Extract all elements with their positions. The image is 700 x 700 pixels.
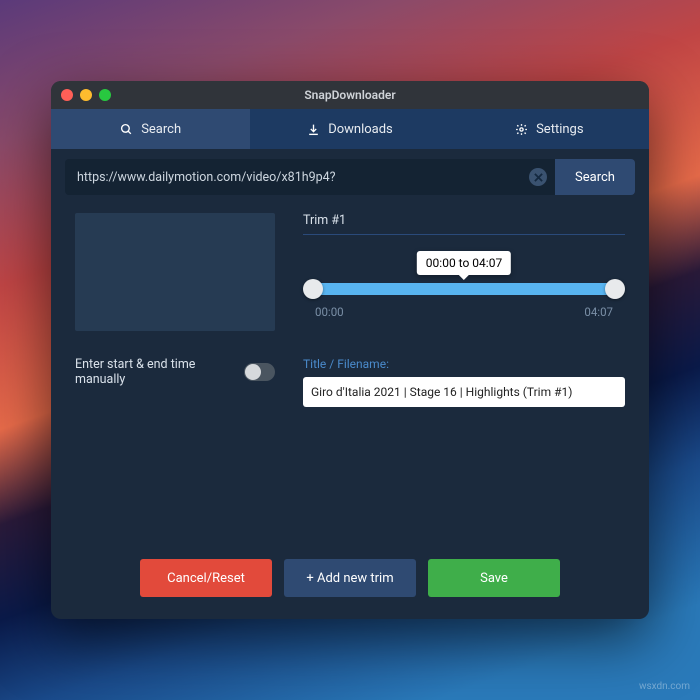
slider-handle-start[interactable] <box>303 279 323 299</box>
slider-track[interactable] <box>313 283 615 295</box>
titlebar: SnapDownloader <box>51 81 649 109</box>
filename-input[interactable] <box>303 377 625 407</box>
tab-search[interactable]: Search <box>51 109 250 149</box>
download-icon <box>307 123 320 136</box>
tab-downloads-label: Downloads <box>328 122 393 137</box>
slider-end-label: 04:07 <box>584 305 613 319</box>
tab-search-label: Search <box>141 122 181 137</box>
tab-downloads[interactable]: Downloads <box>250 109 449 149</box>
url-bar: Search <box>65 159 635 195</box>
maximize-window-button[interactable] <box>99 89 111 101</box>
footer-buttons: Cancel/Reset + Add new trim Save <box>75 559 625 619</box>
watermark: wsxdn.com <box>639 681 690 692</box>
tooltip-end: 04:07 <box>472 256 502 270</box>
toggle-knob <box>245 364 261 380</box>
minimize-window-button[interactable] <box>80 89 92 101</box>
trim-tooltip: 00:00 to 04:07 <box>417 251 511 275</box>
content-area: Trim #1 00:00 to 04:07 00:00 04:07 <box>51 195 649 619</box>
app-window: SnapDownloader Search Downloads Settings <box>51 81 649 619</box>
tooltip-start: 00:00 <box>426 256 456 270</box>
slider-start-label: 00:00 <box>315 305 344 319</box>
slider-handle-end[interactable] <box>605 279 625 299</box>
trim-slider[interactable]: 00:00 to 04:07 00:00 04:07 <box>303 255 625 319</box>
filename-label: Title / Filename: <box>303 357 625 371</box>
add-trim-button[interactable]: + Add new trim <box>284 559 416 597</box>
clear-url-button[interactable] <box>529 168 547 186</box>
url-input[interactable] <box>65 159 555 195</box>
search-icon <box>120 123 133 136</box>
main-tabs: Search Downloads Settings <box>51 109 649 149</box>
cancel-button[interactable]: Cancel/Reset <box>140 559 272 597</box>
traffic-lights <box>61 89 111 101</box>
close-window-button[interactable] <box>61 89 73 101</box>
close-icon <box>534 173 543 182</box>
search-button[interactable]: Search <box>555 159 635 195</box>
save-button[interactable]: Save <box>428 559 560 597</box>
search-button-label: Search <box>575 170 615 185</box>
video-thumbnail <box>75 213 275 331</box>
gear-icon <box>515 123 528 136</box>
trim-section-title: Trim #1 <box>303 213 625 235</box>
app-title: SnapDownloader <box>51 88 649 102</box>
manual-time-label: Enter start & end time manually <box>75 357 232 387</box>
tooltip-sep: to <box>456 256 473 270</box>
tab-settings[interactable]: Settings <box>450 109 649 149</box>
manual-time-toggle[interactable] <box>244 363 275 381</box>
tab-settings-label: Settings <box>536 122 583 137</box>
